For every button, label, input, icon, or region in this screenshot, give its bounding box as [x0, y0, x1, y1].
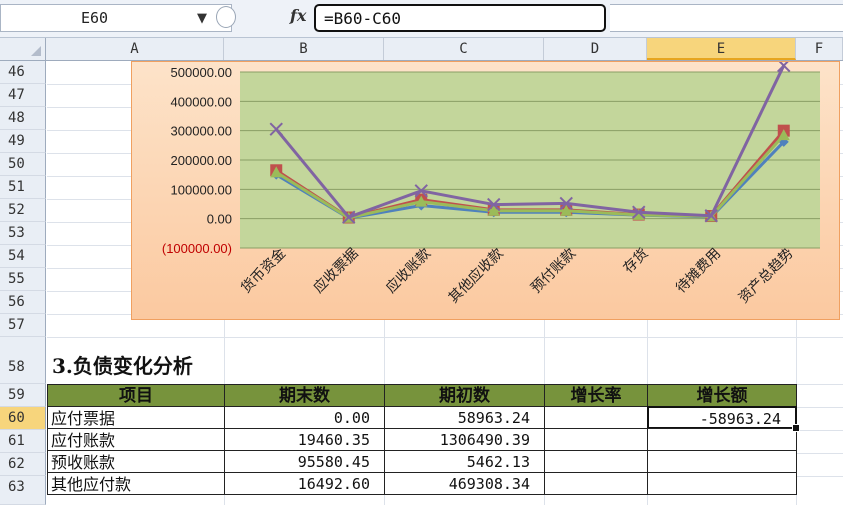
row-header-54[interactable]: 54 — [0, 245, 46, 268]
x-tick-label: 存货 — [620, 245, 652, 277]
cell-begin-value[interactable]: 5462.13 — [384, 450, 545, 473]
select-all-icon — [31, 46, 41, 56]
cell-growth-amount[interactable] — [647, 428, 797, 451]
header-growth-amount[interactable]: 增长额 — [647, 384, 797, 407]
x-tick-label: 待摊费用 — [673, 246, 724, 297]
cell-item[interactable]: 应付账款 — [47, 428, 225, 451]
formula-text: =B60-C60 — [324, 9, 402, 28]
row-header-56[interactable]: 56 — [0, 291, 46, 314]
row-header-57[interactable]: 57 — [0, 314, 46, 337]
cell-growth-amount[interactable] — [647, 450, 797, 473]
cell-growth-rate[interactable] — [544, 472, 648, 495]
cell-growth-amount-selected[interactable]: -58963.24 — [647, 406, 797, 429]
cell-item[interactable]: 应付票据 — [47, 406, 225, 429]
row-header-49[interactable]: 49 — [0, 130, 46, 153]
header-begin-value[interactable]: 期初数 — [384, 384, 545, 407]
row-header-60[interactable]: 60 — [0, 407, 46, 430]
line-chart[interactable]: 500000.00 400000.00 300000.00 200000.00 1000… — [131, 61, 840, 320]
column-header-d[interactable]: D — [544, 38, 647, 60]
header-end-value[interactable]: 期末数 — [224, 384, 385, 407]
cell-item[interactable]: 其他应付款 — [47, 472, 225, 495]
section-title: 3.负债变化分析 — [52, 354, 193, 378]
x-tick-label: 预付账款 — [528, 246, 579, 297]
x-tick-label: 应收账款 — [382, 245, 434, 297]
row-header-53[interactable]: 53 — [0, 222, 46, 245]
cell-begin-value[interactable]: 469308.34 — [384, 472, 545, 495]
column-header-bar: A B C D E F — [0, 38, 843, 61]
x-tick-label: 其他应收款 — [445, 245, 507, 307]
row-header-48[interactable]: 48 — [0, 107, 46, 130]
cell-end-value[interactable]: 95580.45 — [224, 450, 385, 473]
x-tick-label: 应收票据 — [310, 245, 362, 297]
row-header-50[interactable]: 50 — [0, 153, 46, 176]
column-header-f[interactable]: F — [796, 38, 843, 60]
row-header-46[interactable]: 46 — [0, 61, 46, 84]
fill-handle[interactable] — [792, 424, 800, 432]
row-header-58[interactable]: 58 — [0, 337, 46, 384]
row-header-63[interactable]: 63 — [0, 476, 46, 505]
y-tick-label: 300000.00 — [171, 124, 232, 139]
formula-input[interactable]: =B60-C60 — [314, 4, 606, 32]
name-box[interactable]: E60 ▼ — [0, 4, 232, 32]
cell-growth-rate[interactable] — [544, 450, 648, 473]
cell-begin-value[interactable]: 1306490.39 — [384, 428, 545, 451]
cell-end-value[interactable]: 19460.35 — [224, 428, 385, 451]
column-header-c[interactable]: C — [384, 38, 544, 60]
row-header-52[interactable]: 52 — [0, 199, 46, 222]
select-all-corner[interactable] — [0, 38, 46, 60]
cell-growth-rate[interactable] — [544, 406, 648, 429]
y-tick-label: 400000.00 — [171, 94, 232, 109]
insert-function-icon[interactable]: fx — [290, 6, 306, 25]
name-box-value: E60 — [81, 9, 109, 27]
column-header-b[interactable]: B — [224, 38, 384, 60]
column-header-a[interactable]: A — [46, 38, 224, 60]
row-header-59[interactable]: 59 — [0, 384, 46, 407]
y-tick-label: (100000.00) — [162, 241, 232, 256]
cell-growth-amount[interactable] — [647, 472, 797, 495]
header-growth-rate[interactable]: 增长率 — [544, 384, 648, 407]
cell-end-value[interactable]: 0.00 — [224, 406, 385, 429]
y-tick-label: 0.00 — [207, 212, 232, 227]
chevron-down-icon[interactable]: ▼ — [197, 11, 207, 26]
y-tick-label: 500000.00 — [171, 65, 232, 80]
grid-line — [47, 337, 843, 338]
row-header-55[interactable]: 55 — [0, 268, 46, 291]
formula-input-extension[interactable] — [610, 4, 843, 32]
cell-item[interactable]: 预收账款 — [47, 450, 225, 473]
y-tick-label: 100000.00 — [171, 182, 232, 197]
header-item[interactable]: 项目 — [47, 384, 225, 407]
chart-canvas: 500000.00 400000.00 300000.00 200000.00 1000… — [162, 62, 820, 307]
cell-end-value[interactable]: 16492.60 — [224, 472, 385, 495]
row-header-47[interactable]: 47 — [0, 84, 46, 107]
column-header-e[interactable]: E — [647, 38, 796, 60]
formula-bar: E60 ▼ fx =B60-C60 — [0, 0, 843, 38]
x-tick-label: 资产总趋势 — [736, 246, 797, 307]
row-header-51[interactable]: 51 — [0, 176, 46, 199]
cell-growth-rate[interactable] — [544, 428, 648, 451]
row-header-61[interactable]: 61 — [0, 430, 46, 453]
y-tick-label: 200000.00 — [171, 153, 232, 168]
cell-begin-value[interactable]: 58963.24 — [384, 406, 545, 429]
data-point — [777, 62, 791, 73]
cancel-circle-icon[interactable] — [216, 6, 236, 28]
x-tick-label: 货币资金 — [237, 245, 289, 297]
row-header-62[interactable]: 62 — [0, 453, 46, 476]
